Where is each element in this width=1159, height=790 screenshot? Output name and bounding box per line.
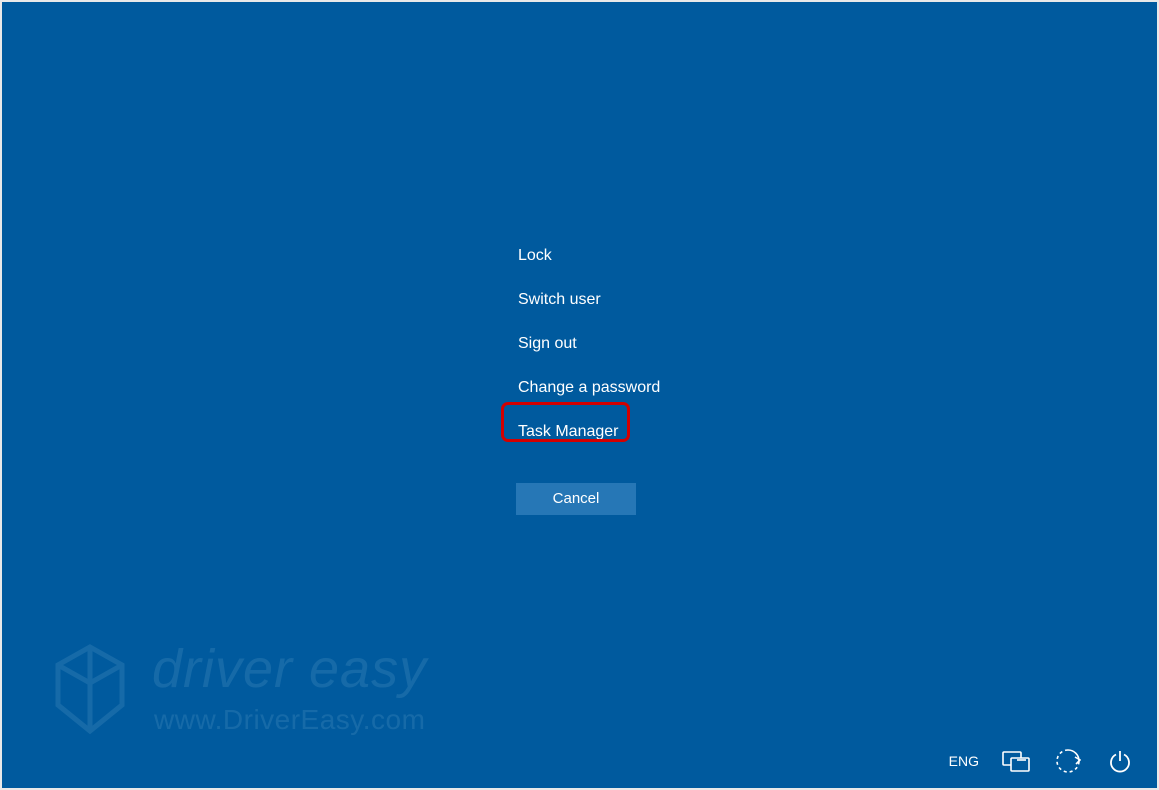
watermark-brand: driver easy: [152, 642, 427, 696]
menu-item-lock[interactable]: Lock: [516, 234, 662, 278]
watermark-url: www.DriverEasy.com: [154, 704, 427, 736]
menu-item-task-manager[interactable]: Task Manager: [516, 410, 662, 454]
bottom-bar: ENG: [949, 746, 1135, 776]
ease-of-access-icon[interactable]: [1053, 746, 1083, 776]
watermark: driver easy www.DriverEasy.com: [50, 642, 427, 736]
menu-item-switch-user[interactable]: Switch user: [516, 278, 662, 322]
watermark-logo-icon: [50, 643, 130, 735]
power-icon[interactable]: [1105, 746, 1135, 776]
network-icon[interactable]: [1001, 746, 1031, 776]
menu-item-sign-out[interactable]: Sign out: [516, 322, 662, 366]
security-options-screen: Lock Switch user Sign out Change a passw…: [2, 2, 1157, 788]
menu-item-change-password[interactable]: Change a password: [516, 366, 662, 410]
security-options-menu: Lock Switch user Sign out Change a passw…: [516, 234, 662, 454]
cancel-button[interactable]: Cancel: [516, 483, 636, 515]
language-indicator[interactable]: ENG: [949, 753, 979, 769]
